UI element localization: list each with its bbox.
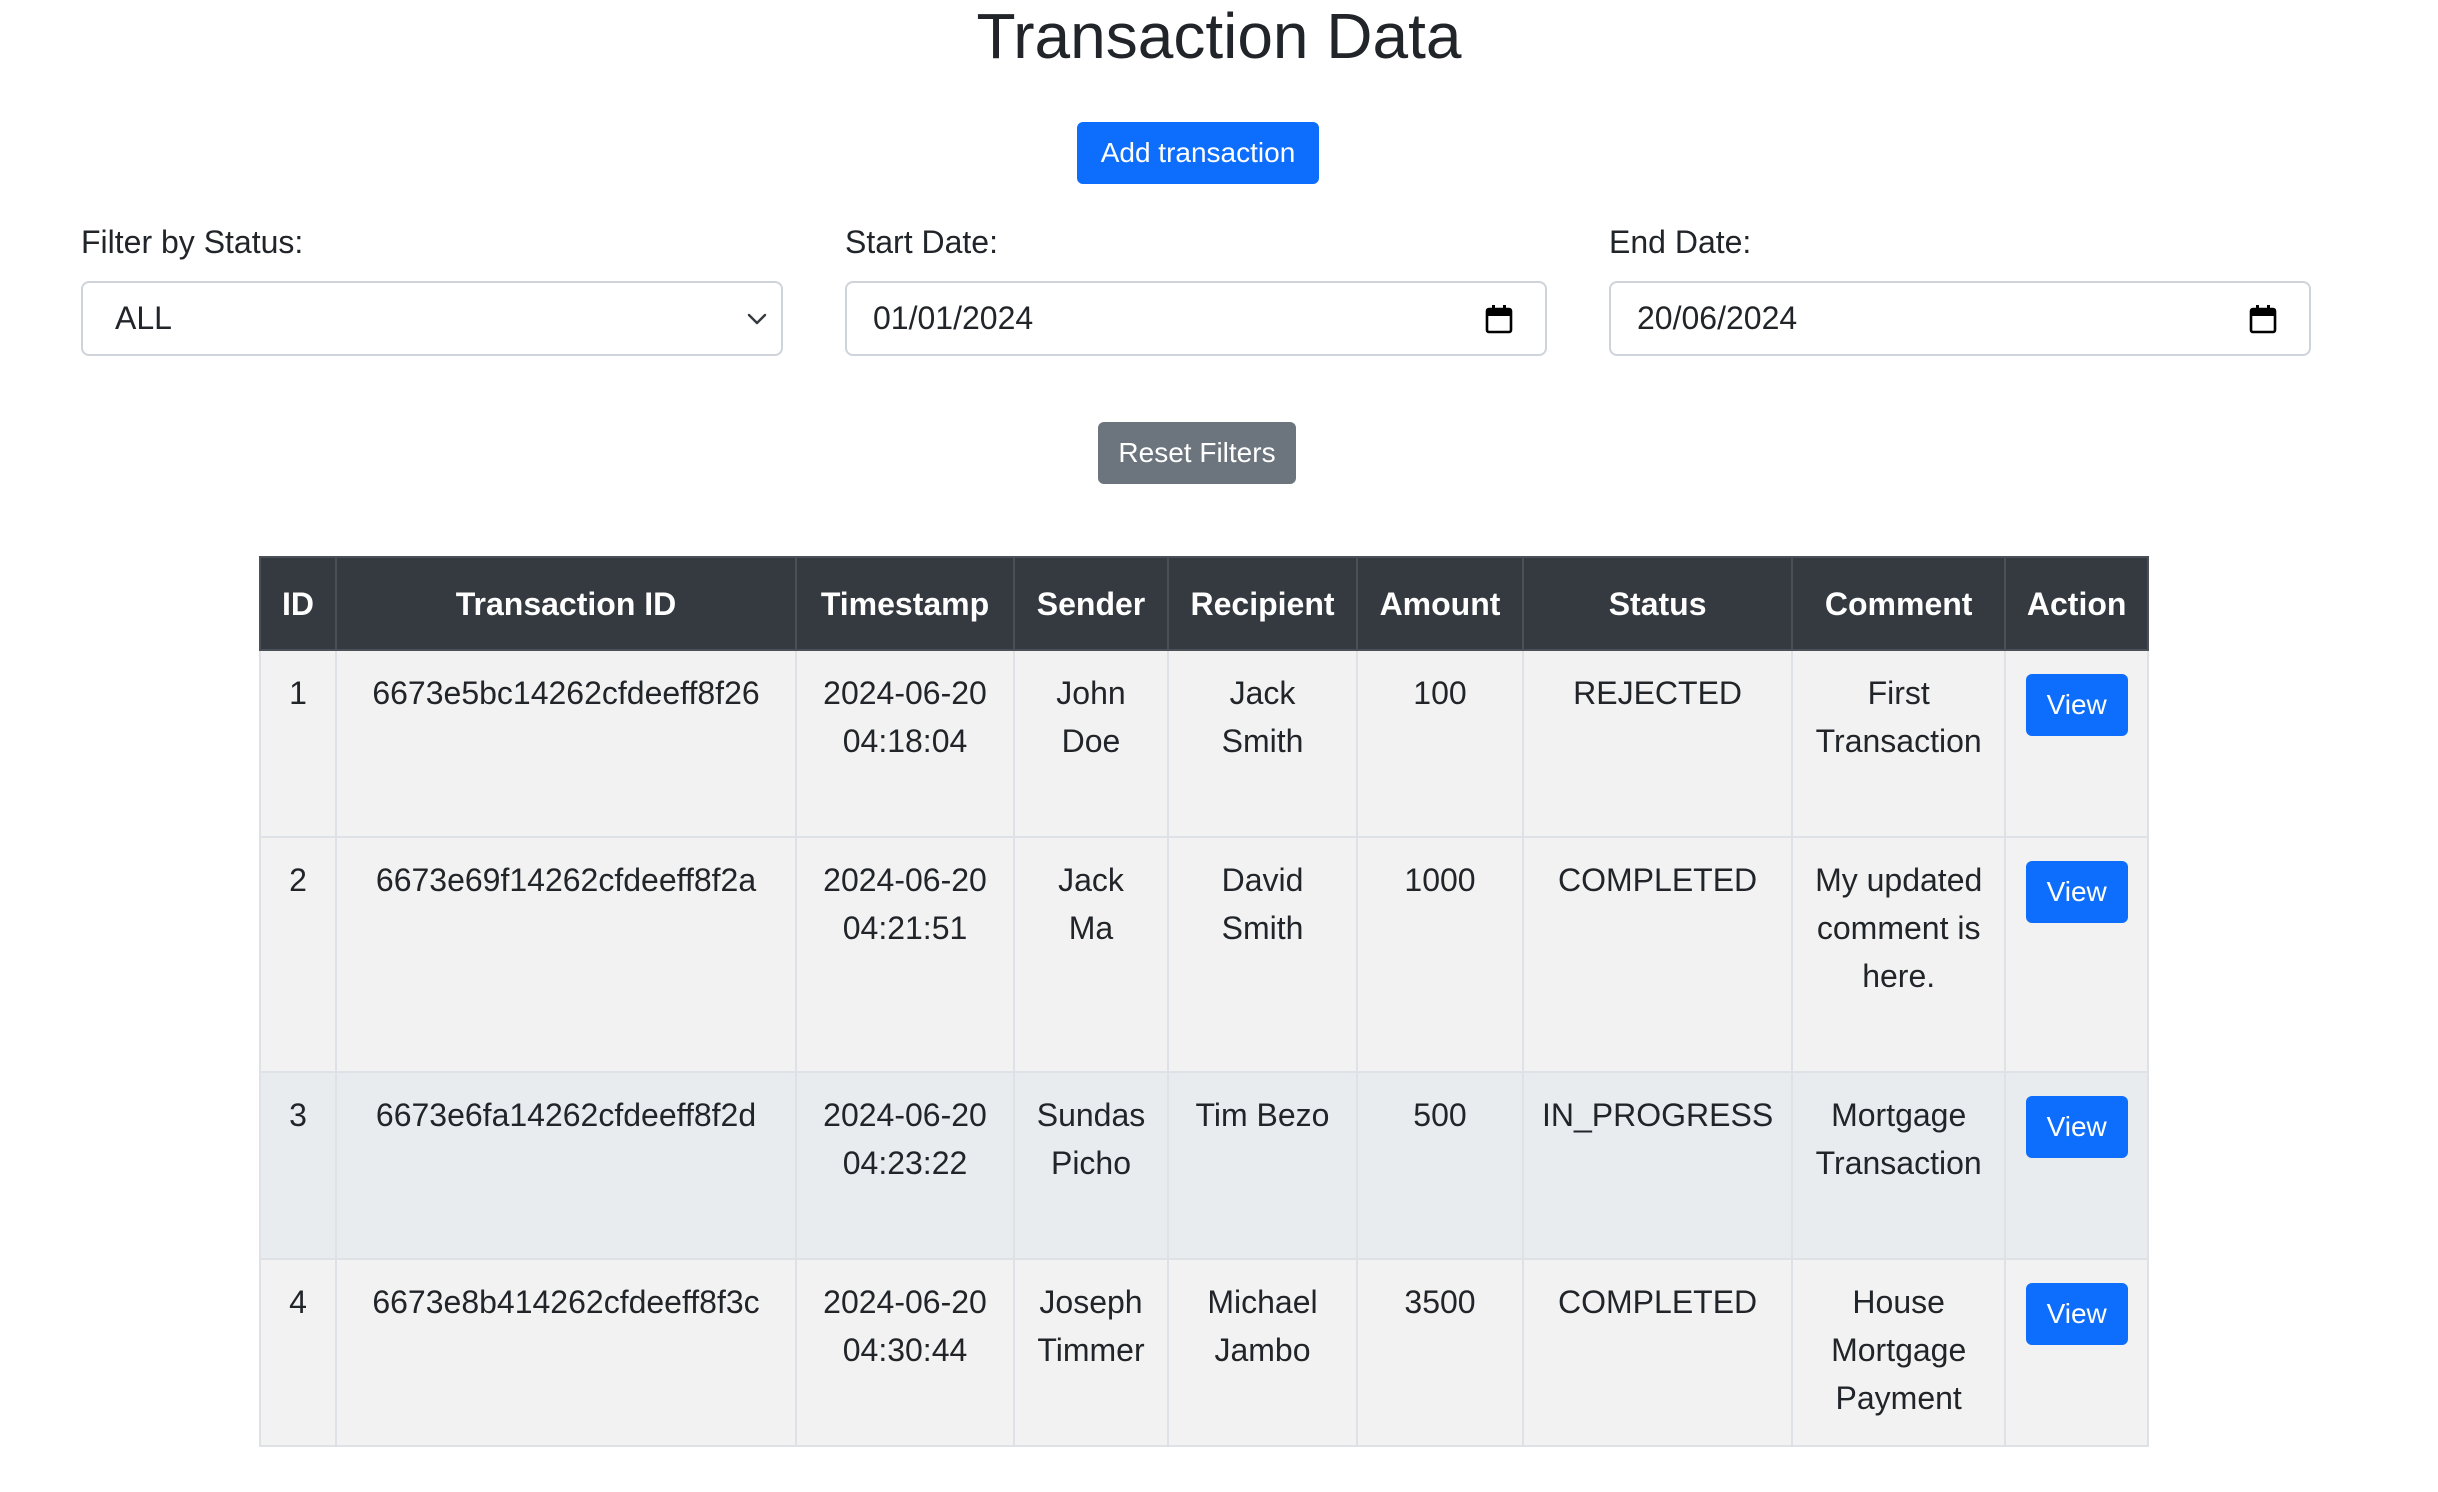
end-date-label: End Date: <box>1609 224 1752 260</box>
start-date-input[interactable]: 01/01/2024 <box>845 281 1547 356</box>
cell-sender: Joseph Timmer <box>1013 1258 1169 1447</box>
cell-transaction-id: 6673e5bc14262cfdeeff8f26 <box>335 649 797 838</box>
view-button[interactable]: View <box>2025 861 2128 923</box>
cell-timestamp: 2024-06-20 04:30:44 <box>795 1258 1015 1447</box>
view-button[interactable]: View <box>2025 1283 2128 1345</box>
cell-comment: My updated comment is here. <box>1791 836 2007 1073</box>
cell-recipient: Michael Jambo <box>1167 1258 1358 1447</box>
table-row: 2 6673e69f14262cfdeeff8f2a 2024-06-20 04… <box>259 836 2150 1073</box>
cell-sender: John Doe <box>1013 649 1169 838</box>
calendar-icon[interactable] <box>1479 304 1519 334</box>
cell-sender: Sundas Picho <box>1013 1071 1169 1260</box>
cell-action: View <box>2004 1258 2150 1447</box>
page-title: Transaction Data <box>976 0 1462 72</box>
start-date-label: Start Date: <box>845 224 998 260</box>
header-action: Action <box>2004 556 2150 651</box>
cell-status: IN_PROGRESS <box>1521 1071 1794 1260</box>
cell-status: REJECTED <box>1521 649 1794 838</box>
cell-id: 1 <box>259 649 337 838</box>
cell-amount: 3500 <box>1356 1258 1524 1447</box>
end-date-value: 20/06/2024 <box>1637 300 1798 336</box>
cell-comment: First Transaction <box>1791 649 2007 838</box>
table-header-row: ID Transaction ID Timestamp Sender Recip… <box>259 556 2150 651</box>
cell-comment: House Mortgage Payment <box>1791 1258 2007 1447</box>
status-filter-select[interactable]: ALL <box>81 281 783 356</box>
cell-action: View <box>2004 836 2150 1073</box>
end-date-input[interactable]: 20/06/2024 <box>1609 281 2311 356</box>
view-button[interactable]: View <box>2025 674 2128 736</box>
cell-timestamp: 2024-06-20 04:23:22 <box>795 1071 1015 1260</box>
table-row: 3 6673e6fa14262cfdeeff8f2d 2024-06-20 04… <box>259 1071 2150 1260</box>
cell-action: View <box>2004 1071 2150 1260</box>
cell-amount: 500 <box>1356 1071 1524 1260</box>
header-amount: Amount <box>1356 556 1524 651</box>
transaction-page: Transaction Data Add transaction Filter … <box>0 0 2438 1492</box>
cell-transaction-id: 6673e69f14262cfdeeff8f2a <box>335 836 797 1073</box>
cell-id: 4 <box>259 1258 337 1447</box>
cell-amount: 100 <box>1356 649 1524 838</box>
cell-comment: Mortgage Transaction <box>1791 1071 2007 1260</box>
cell-status: COMPLETED <box>1521 1258 1794 1447</box>
cell-timestamp: 2024-06-20 04:18:04 <box>795 649 1015 838</box>
header-recipient: Recipient <box>1167 556 1358 651</box>
transactions-table: ID Transaction ID Timestamp Sender Recip… <box>259 556 2150 1447</box>
cell-recipient: Tim Bezo <box>1167 1071 1358 1260</box>
cell-id: 3 <box>259 1071 337 1260</box>
add-transaction-button[interactable]: Add transaction <box>1077 122 1319 184</box>
cell-recipient: Jack Smith <box>1167 649 1358 838</box>
view-button[interactable]: View <box>2025 1096 2128 1158</box>
table-row: 1 6673e5bc14262cfdeeff8f26 2024-06-20 04… <box>259 649 2150 838</box>
header-status: Status <box>1521 556 1794 651</box>
header-comment: Comment <box>1791 556 2007 651</box>
cell-id: 2 <box>259 836 337 1073</box>
status-filter-label: Filter by Status: <box>81 224 304 260</box>
chevron-down-icon <box>737 313 777 325</box>
table-row: 4 6673e8b414262cfdeeff8f3c 2024-06-20 04… <box>259 1258 2150 1447</box>
reset-filters-button[interactable]: Reset Filters <box>1098 422 1296 484</box>
cell-sender: Jack Ma <box>1013 836 1169 1073</box>
calendar-icon[interactable] <box>2243 304 2283 334</box>
cell-status: COMPLETED <box>1521 836 1794 1073</box>
header-sender: Sender <box>1013 556 1169 651</box>
cell-timestamp: 2024-06-20 04:21:51 <box>795 836 1015 1073</box>
cell-recipient: David Smith <box>1167 836 1358 1073</box>
cell-transaction-id: 6673e8b414262cfdeeff8f3c <box>335 1258 797 1447</box>
cell-transaction-id: 6673e6fa14262cfdeeff8f2d <box>335 1071 797 1260</box>
header-timestamp: Timestamp <box>795 556 1015 651</box>
header-id: ID <box>259 556 337 651</box>
cell-amount: 1000 <box>1356 836 1524 1073</box>
header-transaction-id: Transaction ID <box>335 556 797 651</box>
cell-action: View <box>2004 649 2150 838</box>
start-date-value: 01/01/2024 <box>873 300 1034 336</box>
status-filter-value: ALL <box>115 300 172 336</box>
